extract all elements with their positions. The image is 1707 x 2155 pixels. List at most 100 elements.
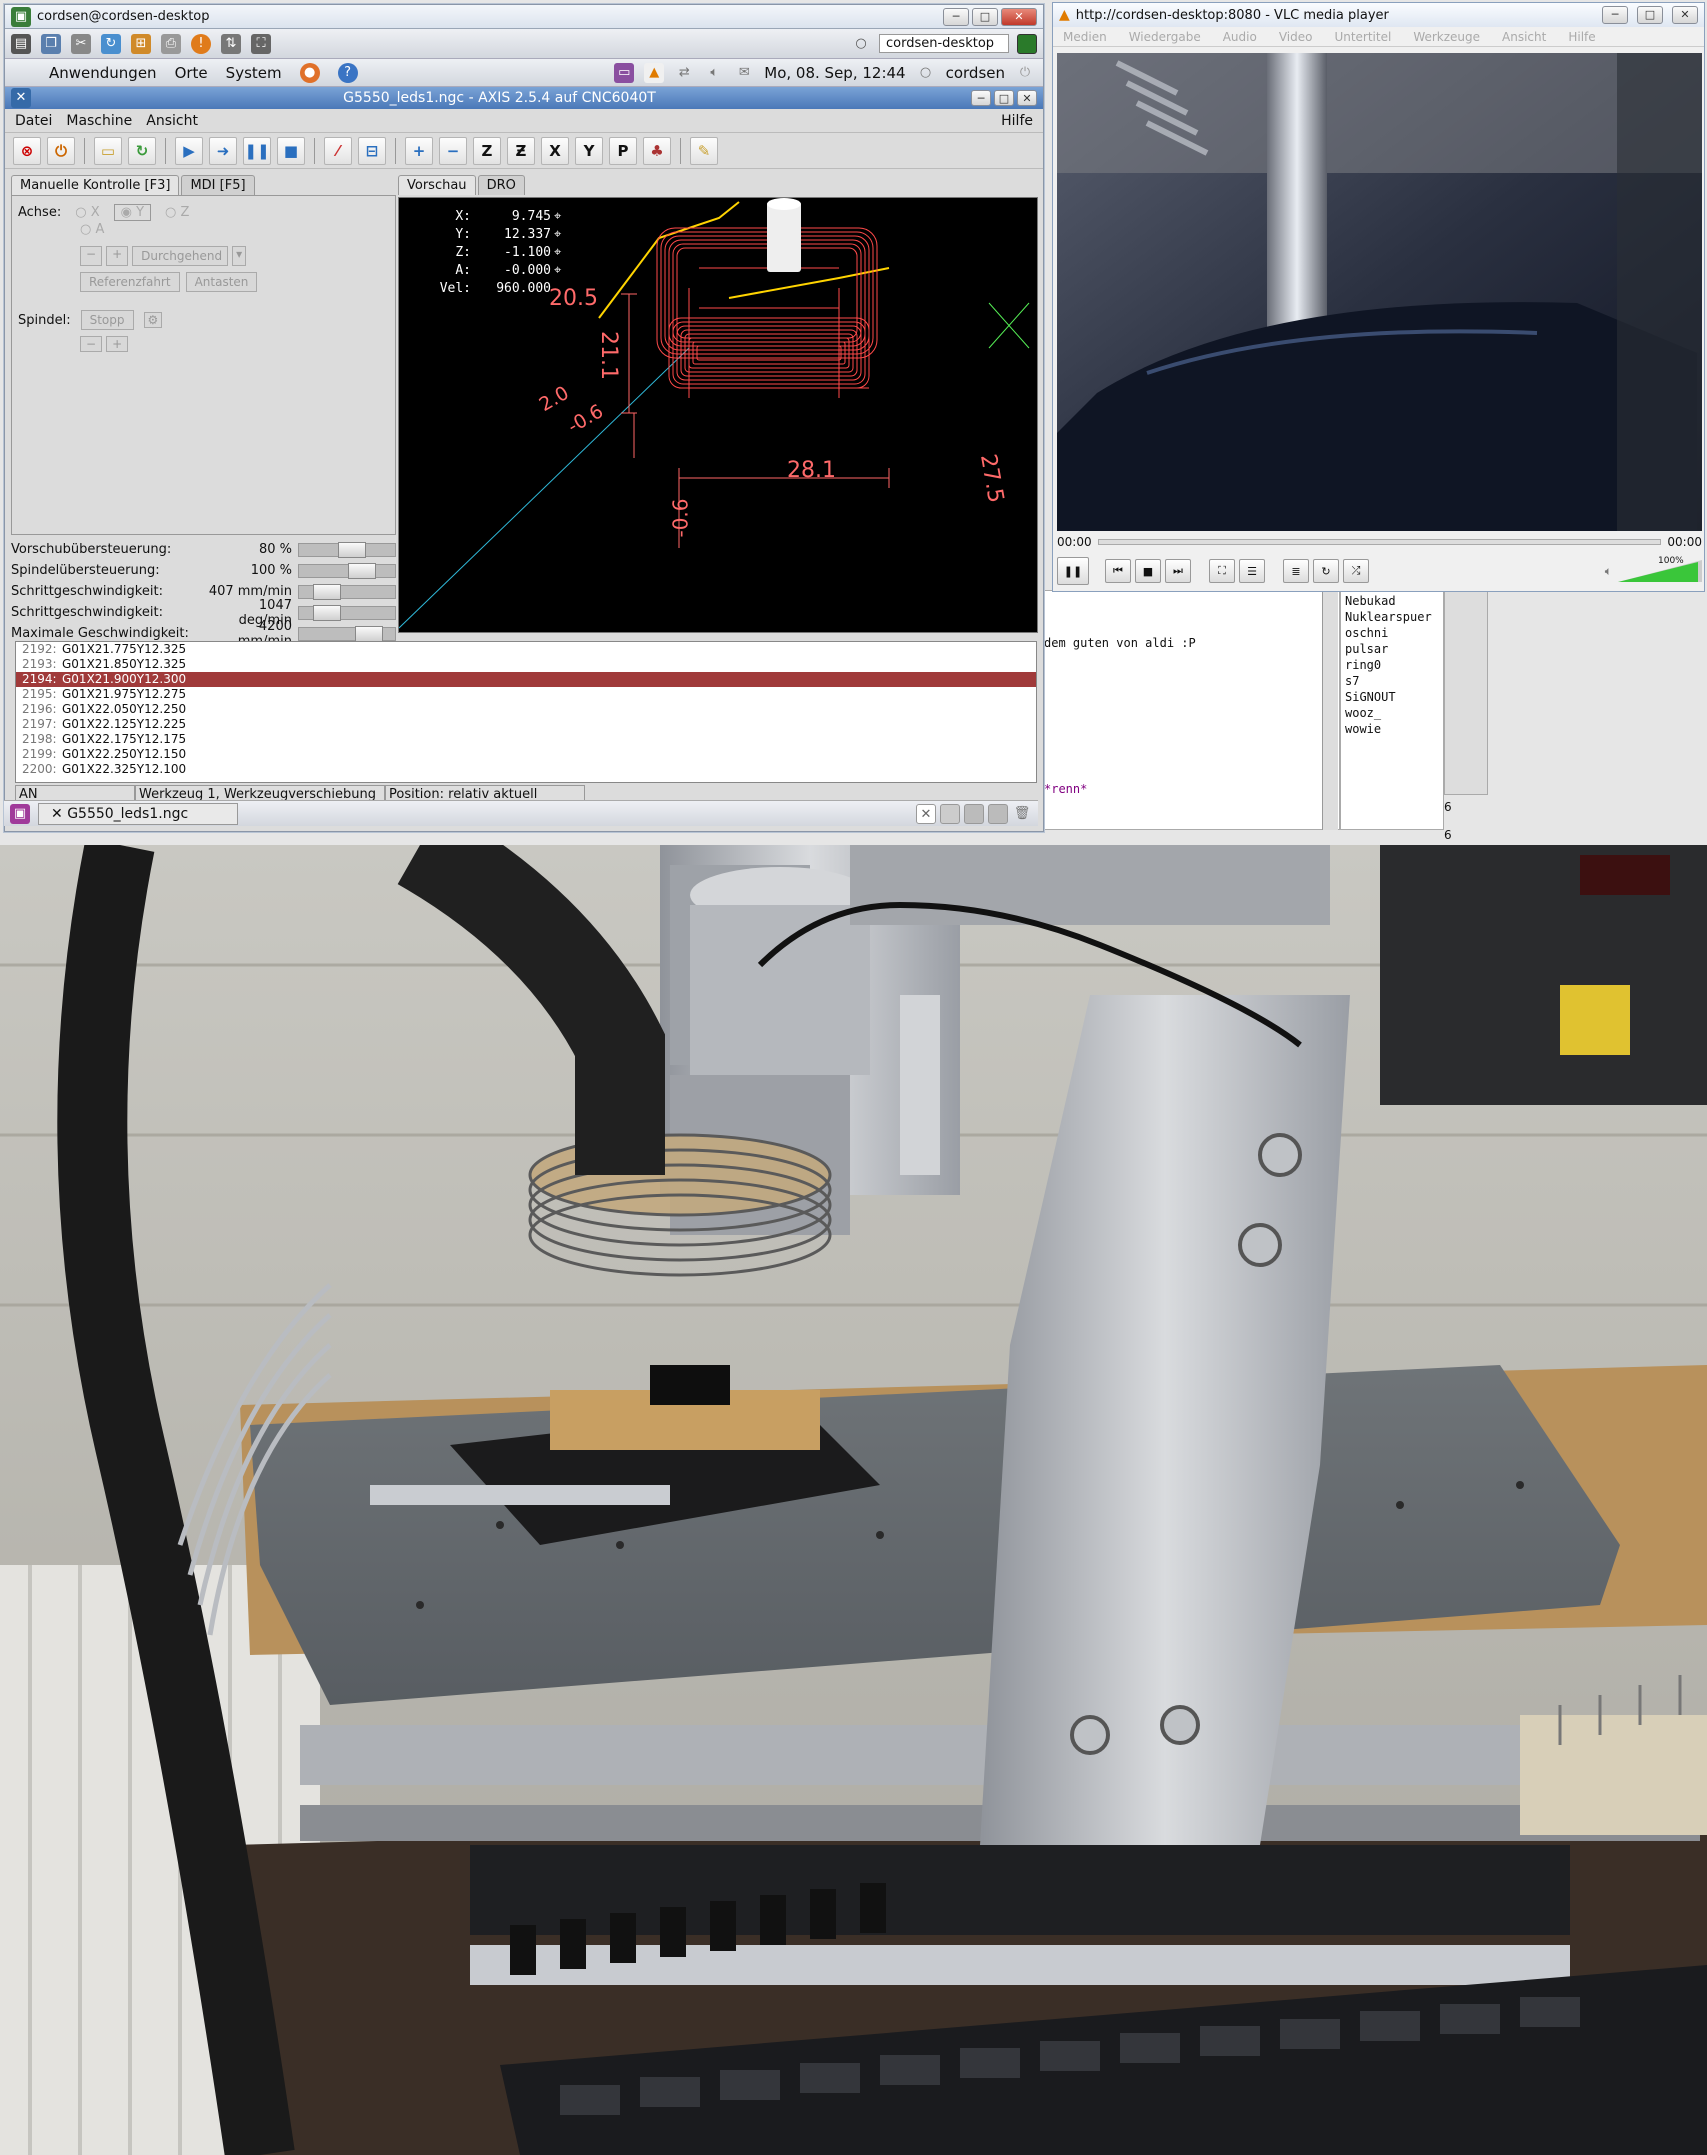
chat-user[interactable]: Nebukad: [1345, 593, 1439, 609]
slider-thumb[interactable]: [348, 562, 376, 579]
slider-thumb[interactable]: [313, 583, 341, 600]
view-y-icon[interactable]: Y: [575, 136, 603, 165]
override-slider[interactable]: [298, 541, 396, 558]
rotate-view-icon[interactable]: ♣: [643, 136, 671, 165]
next-icon[interactable]: ⏭: [1165, 559, 1191, 583]
estop-icon[interactable]: ⊗: [13, 136, 41, 165]
workspace-2-icon[interactable]: [940, 803, 960, 824]
menu-ansicht[interactable]: Ansicht: [146, 113, 198, 129]
spindle-brake-icon[interactable]: ⚙: [143, 312, 163, 328]
jog-minus-button[interactable]: −: [80, 246, 103, 266]
radio-axis-z[interactable]: ○ Z: [165, 205, 189, 220]
vlc-menu-item[interactable]: Wiedergabe: [1129, 30, 1201, 44]
chat-user[interactable]: wooz_: [1345, 705, 1439, 721]
tools-icon[interactable]: ✂: [71, 33, 91, 54]
vlc-menu-item[interactable]: Hilfe: [1568, 30, 1595, 44]
clear-plot-icon[interactable]: ✎: [690, 136, 718, 165]
gcode-line[interactable]: 2195: G01X21.975Y12.275: [16, 687, 1036, 702]
spindle-minus-button[interactable]: −: [80, 336, 103, 352]
gcode-line[interactable]: 2194: G01X21.900Y12.300: [16, 672, 1036, 687]
axis-minimize-button[interactable]: ─: [971, 90, 991, 106]
refresh-icon[interactable]: ↻: [101, 33, 121, 54]
chat-user[interactable]: s7: [1345, 673, 1439, 689]
vlc-menu-item[interactable]: Audio: [1223, 30, 1257, 44]
menu-hilfe[interactable]: Hilfe: [1001, 113, 1033, 129]
pause-button[interactable]: ❚❚: [1057, 557, 1089, 585]
override-slider[interactable]: [298, 562, 396, 579]
vlc-close-button[interactable]: ✕: [1672, 6, 1698, 24]
workspace-4-icon[interactable]: [988, 803, 1008, 824]
show-desktop-icon[interactable]: ▣: [10, 803, 30, 824]
vlc-menu-item[interactable]: Ansicht: [1502, 30, 1546, 44]
volume-icon[interactable]: 🔈︎: [704, 63, 724, 83]
pause-icon[interactable]: ❚❚: [243, 136, 271, 165]
radio-axis-a[interactable]: ○ A: [80, 222, 104, 237]
trash-icon[interactable]: 🗑︎: [1012, 804, 1032, 824]
gcode-line[interactable]: 2200: G01X22.325Y12.100: [16, 762, 1036, 777]
view-z2-icon[interactable]: Ƶ: [507, 136, 535, 165]
stop-button[interactable]: ■: [1135, 559, 1161, 583]
chat-user[interactable]: SiGNOUT: [1345, 689, 1439, 705]
volume-slider[interactable]: 100%: [1618, 556, 1702, 582]
chat-scrollbar[interactable]: [1322, 590, 1338, 830]
mail-icon[interactable]: ✉: [734, 63, 754, 83]
fullscreen-icon[interactable]: ⛶: [251, 33, 271, 54]
user-name[interactable]: cordsen: [946, 64, 1005, 82]
vlc-minimize-button[interactable]: ─: [1602, 6, 1628, 24]
jog-plus-button[interactable]: +: [106, 246, 129, 266]
stop-icon[interactable]: ■: [277, 136, 305, 165]
slider-thumb[interactable]: [355, 625, 383, 642]
shuffle-icon[interactable]: ⤮: [1343, 559, 1369, 583]
home-button[interactable]: Referenzfahrt: [80, 272, 180, 292]
jog-mode-select[interactable]: Durchgehend: [132, 246, 229, 266]
vlc-maximize-button[interactable]: □: [1637, 6, 1663, 24]
axis-close-button[interactable]: ✕: [1017, 90, 1037, 106]
radio-axis-y[interactable]: ◉ Y: [113, 203, 152, 221]
chat-user[interactable]: Nuklearspuer: [1345, 609, 1439, 625]
speaker-icon[interactable]: 🔈︎: [1605, 564, 1612, 579]
zoom-out-icon[interactable]: −: [439, 136, 467, 165]
clock[interactable]: Mo, 08. Sep, 12:44: [764, 64, 905, 82]
chat-user[interactable]: pulsar: [1345, 641, 1439, 657]
loop-icon[interactable]: ↻: [1313, 559, 1339, 583]
gcode-line[interactable]: 2192: G01X21.775Y12.325: [16, 642, 1036, 657]
reload-icon[interactable]: ↻: [128, 136, 156, 165]
monitor-icon[interactable]: ▭: [614, 62, 635, 83]
gcode-line[interactable]: 2193: G01X21.850Y12.325: [16, 657, 1036, 672]
network-icon[interactable]: ⇅: [221, 33, 241, 54]
axis-maximize-button[interactable]: □: [994, 90, 1014, 106]
fullscreen-icon[interactable]: ⛶: [1209, 559, 1235, 583]
machine-power-icon[interactable]: ⏻: [47, 136, 75, 165]
touch-off-button[interactable]: Antasten: [185, 272, 258, 292]
firefox-icon[interactable]: ●: [299, 62, 320, 83]
open-file-icon[interactable]: ▭: [94, 136, 122, 165]
menu-places[interactable]: Orte: [175, 64, 208, 82]
playlist-icon[interactable]: ≣: [1283, 559, 1309, 583]
toolpath-preview[interactable]: X: 9.745 ⌖ Y: 12.337 ⌖ Z: -1.100 ⌖ A: -0.000 ⌖ Vel: 9…: [398, 197, 1038, 633]
tab-manual[interactable]: Manuelle Kontrolle [F3]: [11, 175, 180, 195]
zoom-in-icon[interactable]: +: [405, 136, 433, 165]
chat-user[interactable]: oschni: [1345, 625, 1439, 641]
gcode-line[interactable]: 2198: G01X22.175Y12.175: [16, 732, 1036, 747]
network-status-icon[interactable]: ⇄: [674, 63, 694, 83]
power-icon[interactable]: ⏻: [1015, 63, 1035, 83]
windows-icon[interactable]: ⊞: [131, 33, 151, 54]
radio-axis-x[interactable]: ○ X: [75, 205, 99, 220]
host-field[interactable]: cordsen-desktop: [879, 34, 1009, 53]
slider-thumb[interactable]: [313, 604, 341, 621]
chat-user[interactable]: ring0: [1345, 657, 1439, 673]
override-slider[interactable]: [298, 583, 396, 600]
tab-preview[interactable]: Vorschau: [398, 175, 476, 195]
video-frame[interactable]: [1057, 53, 1702, 531]
help-icon[interactable]: ?: [337, 62, 358, 83]
run-icon[interactable]: ▶: [175, 136, 203, 165]
override-slider[interactable]: [298, 604, 396, 621]
menu-datei[interactable]: Datei: [15, 113, 52, 129]
chat-user[interactable]: wowie: [1345, 721, 1439, 737]
view-x-icon[interactable]: X: [541, 136, 569, 165]
slider-thumb[interactable]: [337, 541, 366, 558]
userlist-scrollbar[interactable]: [1444, 590, 1488, 795]
close-button[interactable]: ✕: [1001, 7, 1037, 26]
gcode-line[interactable]: 2196: G01X22.050Y12.250: [16, 702, 1036, 717]
vlc-icon[interactable]: ▲: [644, 62, 665, 83]
